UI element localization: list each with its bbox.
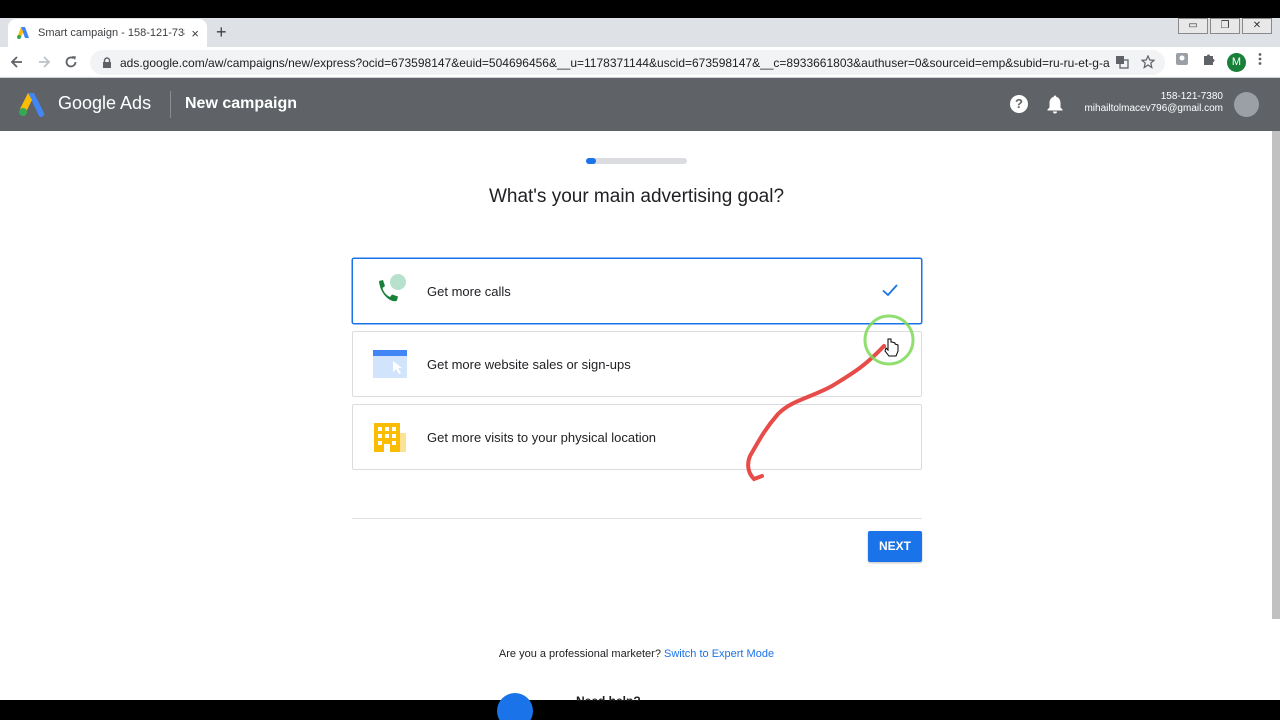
minimize-icon[interactable]: ▭ — [1178, 18, 1208, 34]
product-name: Google Ads — [58, 93, 152, 113]
account-info[interactable]: 158-121-7380 mihailtolmacev796@gmail.com — [1084, 91, 1223, 115]
notifications-bell-icon[interactable] — [1046, 94, 1064, 114]
need-help-title: Need help? — [576, 694, 641, 701]
window-close-icon[interactable]: ✕ — [1242, 18, 1272, 34]
website-icon — [373, 350, 407, 378]
expert-mode-prompt: Are you a professional marketer? Switch … — [0, 648, 1273, 660]
app-header: Google Ads New campaign ? 158-121-7380 m… — [0, 78, 1280, 131]
scrollbar[interactable] — [1272, 131, 1280, 619]
address-bar[interactable]: ads.google.com/aw/campaigns/new/express?… — [90, 50, 1165, 75]
window-controls: ▭ ❐ ✕ — [1178, 18, 1272, 34]
account-email: mihailtolmacev796@gmail.com — [1084, 103, 1223, 114]
goal-option-location[interactable]: Get more visits to your physical locatio… — [352, 404, 922, 470]
browser-toolbar: ads.google.com/aw/campaigns/new/express?… — [0, 47, 1280, 78]
page-content: What's your main advertising goal? Get m… — [0, 131, 1280, 720]
goal-option-calls[interactable]: Get more calls — [352, 258, 922, 324]
bookmark-star-icon[interactable] — [1141, 55, 1155, 69]
extension-profile-icon[interactable] — [1175, 52, 1189, 66]
extensions-puzzle-icon[interactable] — [1202, 52, 1216, 66]
lock-icon — [103, 57, 111, 68]
browser-menu-icon[interactable] — [1256, 52, 1264, 66]
google-ads-favicon-icon — [17, 27, 29, 39]
divider — [352, 518, 922, 519]
help-avatar — [497, 693, 533, 720]
browser-tab-strip: Smart campaign - 158-121-7380 × + ▭ ❐ ✕ — [0, 18, 1280, 47]
google-ads-logo-icon[interactable] — [18, 91, 46, 117]
profile-avatar[interactable]: M — [1227, 53, 1246, 72]
goal-option-label: Get more website sales or sign-ups — [427, 356, 631, 372]
wizard-progress-fill — [586, 158, 597, 164]
browser-tab[interactable]: Smart campaign - 158-121-7380 × — [8, 19, 207, 47]
page-title: New campaign — [185, 95, 298, 112]
goal-option-label: Get more visits to your physical locatio… — [427, 429, 657, 445]
selected-check-icon — [882, 284, 898, 297]
url-text: ads.google.com/aw/campaigns/new/express?… — [120, 55, 1110, 70]
restore-icon[interactable]: ❐ — [1210, 18, 1240, 34]
account-id: 158-121-7380 — [1160, 91, 1223, 102]
header-divider — [170, 91, 171, 118]
help-icon[interactable]: ? — [1010, 95, 1028, 113]
back-icon[interactable] — [10, 55, 24, 69]
wizard-progress-bar — [586, 158, 687, 164]
tab-title: Smart campaign - 158-121-7380 — [38, 27, 186, 39]
storefront-icon — [374, 423, 406, 452]
tab-close-icon[interactable]: × — [191, 26, 199, 41]
account-avatar[interactable] — [1234, 92, 1259, 117]
goal-question: What's your main advertising goal? — [488, 186, 785, 207]
forward-icon[interactable] — [37, 55, 51, 69]
goal-option-website[interactable]: Get more website sales or sign-ups — [352, 331, 922, 397]
phone-icon — [379, 274, 406, 302]
switch-to-expert-mode-link[interactable]: Switch to Expert Mode — [664, 648, 774, 660]
pro-marketer-text: Are you a professional marketer? — [498, 648, 661, 660]
goal-option-label: Get more calls — [427, 283, 511, 299]
new-tab-icon[interactable]: + — [216, 23, 227, 41]
reload-icon[interactable] — [64, 55, 78, 69]
translate-icon[interactable] — [1115, 55, 1129, 69]
next-button[interactable]: NEXT — [868, 531, 922, 562]
